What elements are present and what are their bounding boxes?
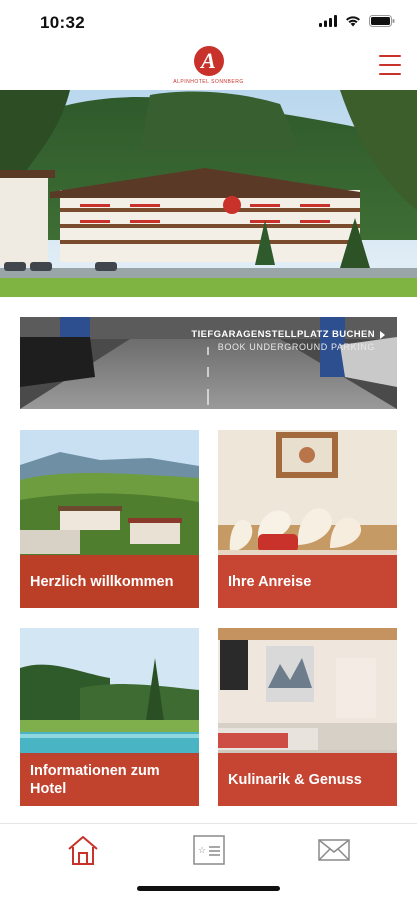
nav-card[interactable]: ☆ [189,832,229,868]
signal-icon [319,15,337,27]
svg-text:☆: ☆ [198,846,206,856]
battery-icon [369,15,395,27]
home-icon [68,836,98,865]
tile-label: Ihre Anreise [228,573,312,590]
logo-text: ALPINHOTEL SONNBERG [173,79,244,85]
status-bar: 10:32 [0,0,417,44]
home-indicator [137,886,280,891]
tile-label: Informationen zum Hotel [30,762,160,797]
hamburger-menu-icon[interactable] [379,55,401,75]
logo-mark-icon: A [193,46,224,76]
tile-label: Herzlich willkommen [30,573,174,590]
tile-arrival[interactable]: Ihre Anreise [218,430,397,608]
parking-banner[interactable]: TIEFGARAGENSTELLPLATZ BUCHEN BOOK UNDERG… [20,317,397,409]
hotel-logo[interactable]: A ALPINHOTEL SONNBERG [164,46,254,90]
mail-icon [318,839,350,861]
tile-caption: Informationen zum Hotel [20,753,199,806]
tile-caption: Ihre Anreise [218,555,397,608]
wifi-icon [346,16,360,27]
hero-image [0,90,417,297]
tile-caption: Herzlich willkommen [20,555,199,608]
status-time: 10:32 [40,13,85,32]
chevron-right-icon [380,331,385,339]
tile-hotel-info[interactable]: Informationen zum Hotel [20,628,199,806]
tile-culinary[interactable]: Kulinarik & Genuss [218,628,397,806]
parking-subtitle: BOOK UNDERGROUND PARKING [217,342,375,352]
card-icon: ☆ [193,835,225,865]
tile-welcome[interactable]: Herzlich willkommen [20,430,199,608]
app-header: A ALPINHOTEL SONNBERG [0,44,417,90]
parking-title: TIEFGARAGENSTELLPLATZ BUCHEN [191,329,375,340]
nav-home[interactable] [63,832,103,868]
status-icons [319,15,395,27]
tile-label: Kulinarik & Genuss [228,771,362,788]
parking-text: TIEFGARAGENSTELLPLATZ BUCHEN BOOK UNDERG… [191,329,385,352]
tile-caption: Kulinarik & Genuss [218,753,397,806]
nav-mail[interactable] [314,832,354,868]
